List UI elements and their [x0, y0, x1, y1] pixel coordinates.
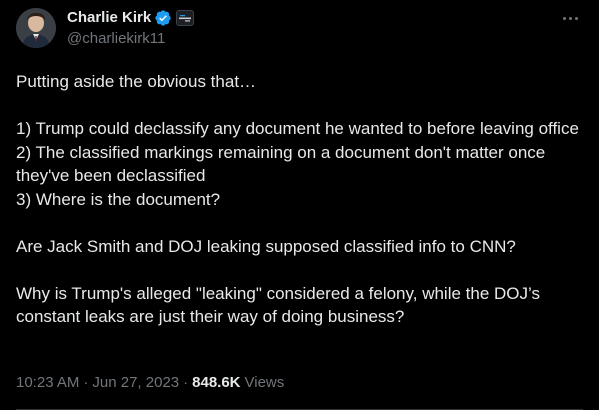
- more-horizontal-icon: [568, 16, 572, 20]
- organization-badge-icon[interactable]: [176, 10, 195, 26]
- tweet-date[interactable]: Jun 27, 2023: [92, 373, 179, 393]
- avatar-image: [16, 8, 56, 48]
- author-handle[interactable]: @charliekirk11: [67, 29, 194, 49]
- tweet-meta: 10:23 AM · Jun 27, 2023 · 848.6K Views: [16, 373, 284, 393]
- more-horizontal-icon: [574, 16, 578, 20]
- views-count[interactable]: 848.6K: [192, 373, 240, 393]
- more-horizontal-icon: [562, 16, 566, 20]
- avatar[interactable]: [16, 8, 56, 48]
- name-row: Charlie Kirk: [67, 8, 195, 28]
- verified-badge-icon[interactable]: [154, 9, 172, 27]
- meta-separator: ·: [183, 374, 189, 391]
- views-label: Views: [244, 374, 285, 391]
- tweet-text: Putting aside the obvious that… 1) Trump…: [16, 72, 579, 326]
- author-display-name[interactable]: Charlie Kirk: [67, 8, 151, 28]
- author-header: Charlie Kirk @charliekirk11: [67, 8, 195, 49]
- meta-separator: ·: [83, 374, 89, 391]
- tweet-time[interactable]: 10:23 AM: [16, 373, 79, 393]
- more-options-button[interactable]: [557, 8, 583, 28]
- tweet-card: Charlie Kirk @charliekirk11 Putting asid…: [0, 0, 599, 410]
